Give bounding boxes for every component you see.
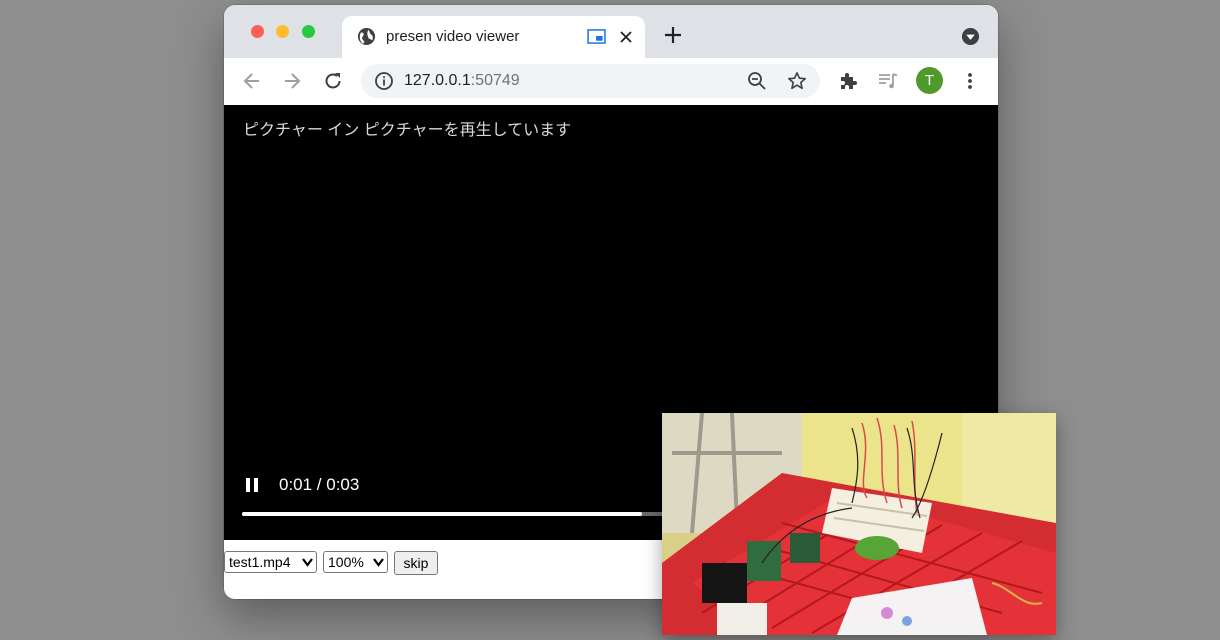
- pause-icon[interactable]: [244, 477, 260, 493]
- close-icon[interactable]: [617, 28, 635, 46]
- pip-video-frame: [662, 413, 1056, 635]
- url-host: 127.0.0.1: [404, 72, 471, 89]
- tab-search-icon[interactable]: [961, 27, 980, 46]
- skip-button[interactable]: skip: [394, 551, 438, 575]
- extensions-icon[interactable]: [837, 70, 859, 92]
- chevron-down-icon: [373, 558, 384, 567]
- avatar[interactable]: T: [916, 67, 943, 94]
- tab-title: presen video viewer: [386, 28, 520, 45]
- zoom-window-button[interactable]: [302, 25, 315, 38]
- tab-strip: presen video viewer: [224, 5, 998, 58]
- time-display: 0:01 / 0:03: [279, 475, 360, 494]
- zoom-select[interactable]: 100%: [323, 551, 388, 573]
- tab-active[interactable]: presen video viewer: [342, 16, 645, 58]
- chevron-down-icon: [302, 558, 313, 567]
- globe-icon: [357, 27, 376, 46]
- minimize-window-button[interactable]: [276, 25, 289, 38]
- address-bar[interactable]: 127.0.0.1:50749: [361, 64, 820, 98]
- url-text: 127.0.0.1:50749: [404, 72, 520, 90]
- toolbar: 127.0.0.1:50749: [224, 58, 998, 106]
- url-port: :50749: [470, 72, 520, 89]
- pip-window[interactable]: [662, 413, 1056, 635]
- zoom-select-value: 100%: [328, 554, 364, 570]
- pip-indicator-icon[interactable]: [587, 29, 606, 44]
- back-icon[interactable]: [241, 70, 263, 92]
- zoom-icon[interactable]: [747, 71, 767, 91]
- forward-icon[interactable]: [281, 70, 303, 92]
- close-window-button[interactable]: [251, 25, 264, 38]
- reload-icon[interactable]: [322, 70, 344, 92]
- menu-icon[interactable]: [959, 70, 981, 92]
- new-tab-icon[interactable]: [663, 25, 683, 45]
- media-control-icon[interactable]: [877, 70, 899, 92]
- file-select[interactable]: test1.mp4: [224, 551, 317, 573]
- progress-fill: [242, 512, 642, 516]
- info-icon[interactable]: [374, 71, 394, 91]
- file-select-value: test1.mp4: [229, 554, 291, 570]
- pip-playing-message: ピクチャー イン ピクチャーを再生しています: [243, 122, 572, 139]
- bookmark-star-icon[interactable]: [787, 71, 807, 91]
